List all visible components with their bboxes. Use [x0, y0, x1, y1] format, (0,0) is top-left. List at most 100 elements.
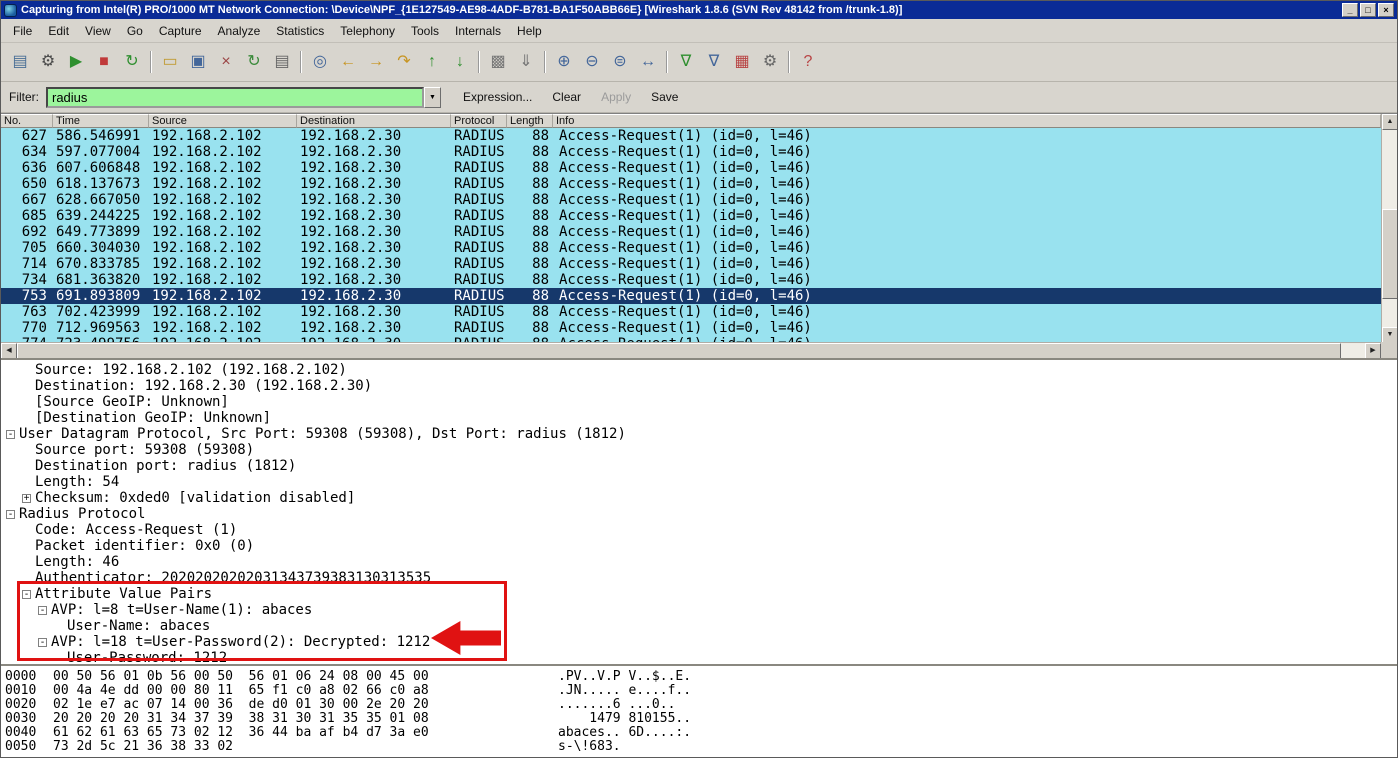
column-header-time[interactable]: Time	[53, 114, 149, 128]
zoom-in-button[interactable]: ⊕	[551, 49, 577, 75]
save-file-button[interactable]: ▣	[185, 49, 211, 75]
collapse-icon[interactable]: -	[22, 590, 31, 599]
stop-capture-button[interactable]: ■	[91, 49, 117, 75]
preferences-button[interactable]: ⚙	[757, 49, 783, 75]
filter-input[interactable]	[46, 87, 424, 108]
find-packet-button[interactable]: ◎	[307, 49, 333, 75]
close-file-button[interactable]: ×	[213, 49, 239, 75]
print-button[interactable]: ▤	[269, 49, 295, 75]
filter-dropdown-arrow-icon[interactable]: ▼	[424, 87, 441, 108]
collapse-icon[interactable]: -	[38, 638, 47, 647]
packet-row[interactable]: 667628.667050192.168.2.102192.168.2.30RA…	[1, 192, 1381, 208]
collapse-icon[interactable]: -	[6, 510, 15, 519]
packet-list-vertical-scrollbar[interactable]: ▲ ▼	[1381, 114, 1397, 343]
hex-row[interactable]: 002002 1e e7 ac 07 14 00 36 de d0 01 30 …	[5, 697, 1397, 711]
detail-line[interactable]: -Attribute Value Pairs	[1, 586, 1397, 602]
detail-line[interactable]: -AVP: l=8 t=User-Name(1): abaces	[1, 602, 1397, 618]
detail-line[interactable]: User-Name: abaces	[1, 618, 1397, 634]
hex-row[interactable]: 001000 4a 4e dd 00 00 80 11 65 f1 c0 a8 …	[5, 683, 1397, 697]
minimize-button[interactable]: _	[1342, 3, 1358, 17]
go-back-button[interactable]: ←	[335, 49, 361, 75]
column-header-source[interactable]: Source	[149, 114, 297, 128]
packet-row[interactable]: 636607.606848192.168.2.102192.168.2.30RA…	[1, 160, 1381, 176]
menu-tools[interactable]: Tools	[403, 21, 447, 41]
collapse-icon[interactable]: -	[6, 430, 15, 439]
menu-edit[interactable]: Edit	[40, 21, 77, 41]
go-to-bottom-button[interactable]: ↓	[447, 49, 473, 75]
detail-line[interactable]: Length: 46	[1, 554, 1397, 570]
detail-line[interactable]: Packet identifier: 0x0 (0)	[1, 538, 1397, 554]
packet-row[interactable]: 763702.423999192.168.2.102192.168.2.30RA…	[1, 304, 1381, 320]
filter-expression-button[interactable]: Expression...	[455, 88, 540, 106]
packet-row[interactable]: 714670.833785192.168.2.102192.168.2.30RA…	[1, 256, 1381, 272]
menu-view[interactable]: View	[77, 21, 119, 41]
menu-help[interactable]: Help	[509, 21, 550, 41]
capture-options-button[interactable]: ⚙	[35, 49, 61, 75]
scroll-right-icon[interactable]: ▶	[1365, 343, 1381, 359]
go-to-packet-button[interactable]: ↷	[391, 49, 417, 75]
detail-line[interactable]: Source: 192.168.2.102 (192.168.2.102)	[1, 362, 1397, 378]
column-header-info[interactable]: Info	[553, 114, 1381, 128]
vertical-scroll-thumb[interactable]	[1382, 209, 1398, 299]
zoom-out-button[interactable]: ⊖	[579, 49, 605, 75]
hex-row[interactable]: 003020 20 20 20 31 34 37 39 38 31 30 31 …	[5, 711, 1397, 725]
column-header-destination[interactable]: Destination	[297, 114, 451, 128]
collapse-icon[interactable]: -	[38, 606, 47, 615]
detail-line[interactable]: Length: 54	[1, 474, 1397, 490]
detail-line[interactable]: -Radius Protocol	[1, 506, 1397, 522]
horizontal-scroll-thumb[interactable]	[17, 343, 1341, 359]
hex-row[interactable]: 000000 50 56 01 0b 56 00 50 56 01 06 24 …	[5, 669, 1397, 683]
packet-row[interactable]: 734681.363820192.168.2.102192.168.2.30RA…	[1, 272, 1381, 288]
scroll-down-icon[interactable]: ▼	[1382, 327, 1398, 343]
menu-analyze[interactable]: Analyze	[210, 21, 269, 41]
hex-row[interactable]: 005073 2d 5c 21 36 38 33 02s-\!683.	[5, 739, 1397, 753]
open-file-button[interactable]: ▭	[157, 49, 183, 75]
packet-row[interactable]: 650618.137673192.168.2.102192.168.2.30RA…	[1, 176, 1381, 192]
go-forward-button[interactable]: →	[363, 49, 389, 75]
close-button[interactable]: ×	[1378, 3, 1394, 17]
detail-line[interactable]: Authenticator: 2020202020203134373938313…	[1, 570, 1397, 586]
colorize-button[interactable]: ▩	[485, 49, 511, 75]
hex-row[interactable]: 004061 62 61 63 65 73 02 12 36 44 ba af …	[5, 725, 1397, 739]
menu-telephony[interactable]: Telephony	[332, 21, 403, 41]
detail-line[interactable]: Source port: 59308 (59308)	[1, 442, 1397, 458]
filter-save-button[interactable]: Save	[643, 88, 686, 106]
detail-line[interactable]: [Destination GeoIP: Unknown]	[1, 410, 1397, 426]
detail-line[interactable]: -AVP: l=18 t=User-Password(2): Decrypted…	[1, 634, 1397, 650]
menu-statistics[interactable]: Statistics	[268, 21, 332, 41]
detail-line[interactable]: Destination: 192.168.2.30 (192.168.2.30)	[1, 378, 1397, 394]
detail-line[interactable]: [Source GeoIP: Unknown]	[1, 394, 1397, 410]
go-to-top-button[interactable]: ↑	[419, 49, 445, 75]
column-header-length[interactable]: Length	[507, 114, 553, 128]
detail-line[interactable]: Code: Access-Request (1)	[1, 522, 1397, 538]
scroll-up-icon[interactable]: ▲	[1382, 114, 1398, 130]
zoom-100-button[interactable]: ⊜	[607, 49, 633, 75]
resize-columns-button[interactable]: ↔	[635, 49, 661, 75]
list-interfaces-button[interactable]: ▤	[7, 49, 33, 75]
detail-line[interactable]: -User Datagram Protocol, Src Port: 59308…	[1, 426, 1397, 442]
column-header-protocol[interactable]: Protocol	[451, 114, 507, 128]
packet-row[interactable]: 627586.546991192.168.2.102192.168.2.30RA…	[1, 128, 1381, 144]
packet-row[interactable]: 705660.304030192.168.2.102192.168.2.30RA…	[1, 240, 1381, 256]
menu-file[interactable]: File	[5, 21, 40, 41]
maximize-button[interactable]: □	[1360, 3, 1376, 17]
packet-row[interactable]: 770712.969563192.168.2.102192.168.2.30RA…	[1, 320, 1381, 336]
restart-capture-button[interactable]: ↻	[119, 49, 145, 75]
expand-icon[interactable]: +	[22, 494, 31, 503]
menu-internals[interactable]: Internals	[447, 21, 509, 41]
autoscroll-button[interactable]: ⇓	[513, 49, 539, 75]
filter-clear-button[interactable]: Clear	[544, 88, 589, 106]
start-capture-button[interactable]: ▶	[63, 49, 89, 75]
packet-row[interactable]: 634597.077004192.168.2.102192.168.2.30RA…	[1, 144, 1381, 160]
filter-apply-button[interactable]: Apply	[593, 88, 639, 106]
menu-capture[interactable]: Capture	[151, 21, 210, 41]
packet-row[interactable]: 685639.244225192.168.2.102192.168.2.30RA…	[1, 208, 1381, 224]
packet-row-selected[interactable]: 753691.893809192.168.2.102192.168.2.30RA…	[1, 288, 1381, 304]
scroll-left-icon[interactable]: ◀	[1, 343, 17, 359]
packet-list-horizontal-scrollbar[interactable]: ◀ ▶	[1, 342, 1381, 358]
packet-row[interactable]: 692649.773899192.168.2.102192.168.2.30RA…	[1, 224, 1381, 240]
column-header-no[interactable]: No.	[1, 114, 53, 128]
title-bar[interactable]: Capturing from Intel(R) PRO/1000 MT Netw…	[1, 1, 1397, 19]
display-filter-button[interactable]: ∇	[701, 49, 727, 75]
menu-go[interactable]: Go	[119, 21, 151, 41]
